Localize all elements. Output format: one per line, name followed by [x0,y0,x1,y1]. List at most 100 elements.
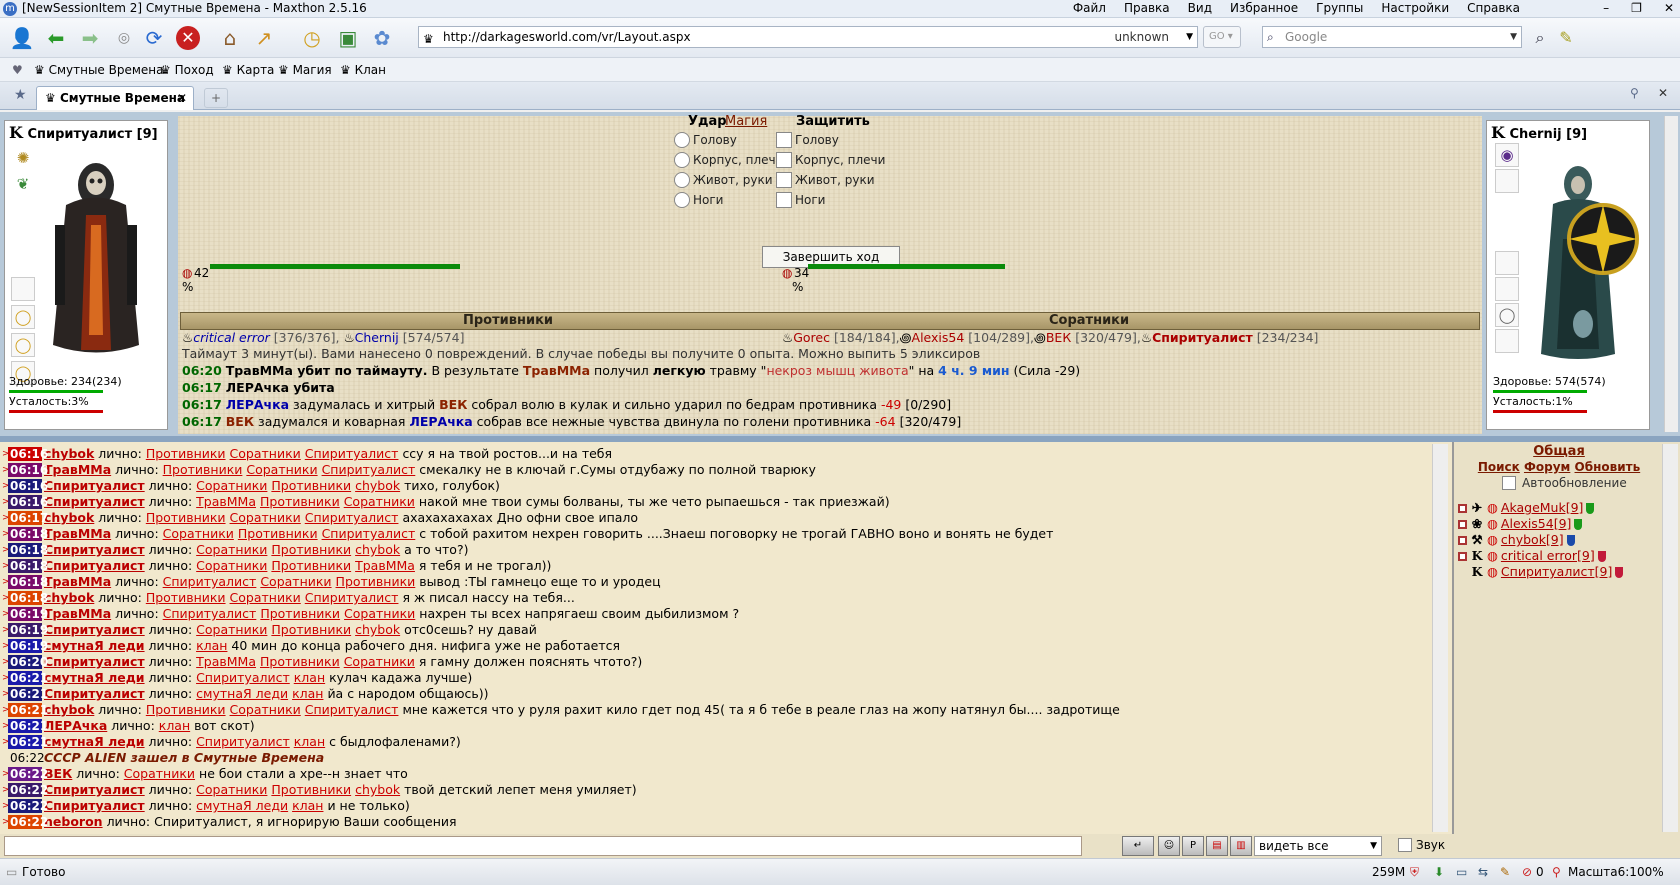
recipient-link[interactable]: Спиритуалист [163,606,257,621]
send-icon[interactable]: ↵ [1122,836,1154,856]
user-list-item[interactable]: ❀ ◍ Alexis54[9] [1458,516,1583,532]
address-bar[interactable]: ♛ http://darkagesworld.com/vr/Layout.asp… [418,26,1198,48]
fav-item-magic[interactable]: ♛ Магия [278,58,332,82]
recipient-link[interactable]: ТравММа [196,654,256,669]
refresh-icon[interactable]: ⟳ [140,24,168,52]
chat-time[interactable]: 06:19 [8,623,48,637]
chat-input[interactable] [4,836,1082,856]
menu-settings[interactable]: Настройки [1381,0,1449,17]
chat-time[interactable]: 06:21 [8,671,48,685]
chat-time[interactable]: 06:18 [8,527,48,541]
clock-icon[interactable]: ◷ [298,24,326,52]
info-icon[interactable]: ◍ [1487,532,1498,548]
sender-name[interactable]: chybok [44,590,94,605]
auto-refresh-checkbox[interactable] [1502,476,1516,490]
strike-legs-radio[interactable]: Ноги [674,190,783,210]
recipient-link[interactable]: Соратники [246,462,317,477]
recipient-link[interactable]: смутнаЯ леди [196,686,288,701]
recipient-link[interactable]: клан [294,670,325,685]
strike-body-radio[interactable]: Корпус, плечи [674,150,783,170]
recipient-link[interactable]: клан [292,798,323,813]
chat-time[interactable]: 06:16 [8,463,48,477]
recipient-link[interactable]: Соратники [260,574,331,589]
chat-time[interactable]: 06:16 [8,479,48,493]
user-name[interactable]: chybok[9] [1501,532,1564,548]
sender-name[interactable]: Спиритуалист [44,542,145,557]
sender-name[interactable]: Спиритуалист [44,558,145,573]
search-link[interactable]: Поиск [1478,460,1520,474]
strike-belly-radio[interactable]: Живот, руки [674,170,783,190]
zoom-level[interactable]: Масшта6:100% [1568,859,1664,885]
defend-head-checkbox[interactable]: Голову [776,130,885,150]
equip-slot[interactable] [1495,329,1519,353]
recipient-link[interactable]: Соратники [230,590,301,605]
recipient-link[interactable]: Противники [238,526,318,541]
user-list-item[interactable]: ⚒ ◍ chybok[9] [1458,532,1575,548]
ring-icon[interactable]: ◯ [11,333,35,357]
chat-time[interactable]: 06:17 [8,511,48,525]
medal-icon[interactable]: ✺ [11,147,35,171]
sender-name[interactable]: ТравММа [44,606,111,621]
sender-name[interactable]: Спиритуалист [44,686,145,701]
smile-icon[interactable]: ☺ [1158,836,1180,856]
recipient-link[interactable]: Спиритуалист [163,574,257,589]
address-url[interactable]: http://darkagesworld.com/vr/Layout.aspx [443,30,691,44]
chat-time[interactable]: 06:22 [8,815,48,829]
recipient-link[interactable]: Соратники [196,478,267,493]
recipient-link[interactable]: Соратники [230,446,301,461]
private-msg-icon[interactable] [1458,503,1467,513]
chevron-down-icon[interactable]: ▼ [1510,27,1517,47]
sound-toggle[interactable]: Звук [1398,838,1445,852]
chat-time[interactable]: 06:22 [8,783,48,797]
sender-name[interactable]: Спиритуалист [44,782,145,797]
tools-icon[interactable]: ✿ [368,24,396,52]
private-msg-icon[interactable] [1458,551,1467,561]
recipient-link[interactable]: Противники [271,622,351,637]
recipient-link[interactable]: Соратники [196,782,267,797]
chat-time[interactable]: 06:21 [8,735,48,749]
recipient-link[interactable]: ТравММа [196,494,256,509]
recipient-link[interactable]: Противники [336,574,416,589]
info-icon[interactable]: ◍ [1487,564,1498,580]
heart-icon[interactable]: ♥ [12,58,23,82]
chat-time[interactable]: 06:18 [8,559,48,573]
info-icon[interactable]: ◍ [1487,548,1498,564]
chat-time[interactable]: 06:21 [8,719,48,733]
recipient-link[interactable]: Противники [271,542,351,557]
translit-icon[interactable]: Р [1182,836,1204,856]
chat-time[interactable]: 06:19 [8,607,48,621]
recipient-link[interactable]: Спиритуалист [196,670,290,685]
defend-body-checkbox[interactable]: Корпус, плечи [776,150,885,170]
sender-name[interactable]: neboron [44,814,103,829]
user-list-item[interactable]: ✈ ◍ AkageMuk[9] [1458,500,1595,516]
user-name[interactable]: AkageMuk[9] [1501,500,1584,516]
filter-icon[interactable]: ▥ [1230,836,1252,856]
menu-edit[interactable]: Правка [1124,0,1170,17]
equip-slot[interactable] [1495,277,1519,301]
chat-filter-select[interactable]: видеть все ▼ [1254,836,1382,856]
recipient-link[interactable]: клан [196,638,227,653]
download-icon[interactable]: ⬇ [1434,859,1444,885]
sender-name[interactable]: chybok [44,446,94,461]
chat-time[interactable]: 06:16 [8,495,48,509]
recipient-link[interactable]: Противники [163,462,243,477]
recipient-link[interactable]: Соратники [344,494,415,509]
edit-icon[interactable]: ✎ [1500,859,1510,885]
network-icon[interactable]: ⇆ [1478,859,1488,885]
star-icon[interactable]: ★ [14,87,27,103]
magic-link[interactable]: Магия [725,114,767,129]
stop-icon[interactable]: ✕ [176,26,200,50]
user-icon[interactable]: 👤 [8,24,36,52]
auto-refresh-toggle[interactable]: Автообновление [1502,476,1627,490]
recipient-link[interactable]: Противники [260,606,340,621]
recipient-link[interactable]: Спиритуалист [322,462,416,477]
info-icon[interactable]: ◍ [1487,500,1498,516]
recipient-link[interactable]: Соратники [196,622,267,637]
sender-name[interactable]: смутнаЯ леди [44,638,145,653]
new-tab-button[interactable]: + [204,88,228,108]
ally-name[interactable]: Спиритуалист [1152,330,1253,345]
sender-name[interactable]: Спиритуалист [44,798,145,813]
sender-name[interactable]: Спиритуалист [44,622,145,637]
defend-belly-checkbox[interactable]: Живот, руки [776,170,885,190]
recipient-link[interactable]: клан [294,734,325,749]
